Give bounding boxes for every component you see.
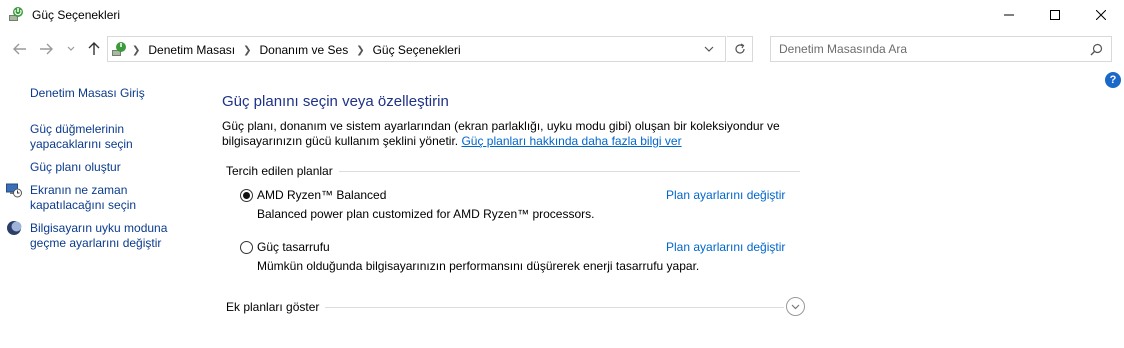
minimize-icon bbox=[1004, 14, 1014, 16]
sidebar-item-control-panel-home[interactable]: Denetim Masası Giriş bbox=[30, 86, 145, 101]
sidebar-item-label: Bilgisayarın uyku moduna bbox=[30, 221, 168, 235]
arrow-up-icon bbox=[88, 42, 100, 55]
sidebar-item-label: geçme ayarlarını değiştir bbox=[30, 236, 162, 250]
title-bar: Güç Seçenekleri bbox=[0, 0, 1124, 30]
monitor-clock-icon bbox=[6, 183, 22, 198]
search-box[interactable] bbox=[770, 36, 1112, 62]
forward-button[interactable] bbox=[36, 39, 56, 59]
chevron-right-icon[interactable]: ❯ bbox=[356, 45, 364, 56]
plan-description: Mümkün olduğunda bilgisayarınızın perfor… bbox=[257, 259, 700, 273]
plan-radio-power-saver[interactable] bbox=[240, 241, 253, 254]
search-input[interactable] bbox=[771, 37, 1081, 61]
chevron-right-icon[interactable]: ❯ bbox=[243, 45, 251, 56]
preferred-plans-label: Tercih edilen planlar bbox=[226, 164, 339, 178]
sidebar-item-sleep-settings[interactable]: Bilgisayarın uyku moduna geçme ayarların… bbox=[30, 221, 167, 251]
breadcrumb-item-control-panel[interactable]: Denetim Masası bbox=[148, 43, 235, 57]
search-button[interactable] bbox=[1087, 41, 1105, 57]
search-icon bbox=[1090, 43, 1102, 55]
additional-plans-label: Ek planları göster bbox=[226, 300, 326, 314]
back-button[interactable] bbox=[10, 39, 30, 59]
additional-plans-section[interactable]: Ek planları göster bbox=[226, 297, 806, 317]
expand-button[interactable] bbox=[786, 297, 805, 316]
plan-description: Balanced power plan customized for AMD R… bbox=[257, 207, 595, 221]
close-icon bbox=[1096, 10, 1106, 20]
chevron-down-icon bbox=[791, 304, 800, 309]
arrow-right-icon bbox=[40, 43, 53, 55]
chevron-down-icon bbox=[67, 46, 75, 51]
preferred-plans-header: Tercih edilen planlar bbox=[226, 164, 801, 178]
page-title: Güç planını seçin veya özelleştirin bbox=[222, 93, 449, 110]
plan-radio-amd-balanced[interactable] bbox=[240, 189, 253, 202]
recent-locations-button[interactable] bbox=[64, 39, 78, 59]
arrow-left-icon bbox=[13, 43, 26, 55]
plan-name[interactable]: Güç tasarrufu bbox=[257, 240, 330, 254]
breadcrumb-item-power-options[interactable]: Güç Seçenekleri bbox=[373, 43, 461, 57]
breadcrumb: ❯ Denetim Masası ❯ Donanım ve Ses ❯ Güç … bbox=[132, 43, 461, 57]
power-options-icon bbox=[9, 7, 23, 21]
sidebar-item-label: Güç düğmelerinin bbox=[30, 122, 125, 136]
breadcrumb-item-hardware-sound[interactable]: Donanım ve Ses bbox=[259, 43, 348, 57]
sidebar-item-label: kapatılacağını seçin bbox=[30, 198, 137, 212]
navigation-bar: ❯ Denetim Masası ❯ Donanım ve Ses ❯ Güç … bbox=[0, 34, 1124, 64]
up-button[interactable] bbox=[84, 39, 104, 59]
refresh-icon bbox=[734, 43, 745, 54]
sidebar-item-display-off[interactable]: Ekranın ne zaman kapatılacağını seçin bbox=[30, 183, 136, 213]
help-button[interactable]: ? bbox=[1105, 72, 1121, 88]
close-button[interactable] bbox=[1078, 0, 1124, 30]
address-history-button[interactable] bbox=[698, 40, 720, 58]
change-plan-settings-link[interactable]: Plan ayarlarını değiştir bbox=[666, 240, 785, 254]
chevron-down-icon bbox=[704, 46, 714, 52]
learn-more-link[interactable]: Güç planları hakkında daha fazla bilgi v… bbox=[461, 134, 681, 148]
moon-icon bbox=[7, 221, 22, 235]
sidebar-item-create-plan[interactable]: Güç planı oluştur bbox=[30, 160, 121, 175]
window-title: Güç Seçenekleri bbox=[32, 8, 121, 22]
change-plan-settings-link[interactable]: Plan ayarlarını değiştir bbox=[666, 188, 785, 202]
plan-name[interactable]: AMD Ryzen™ Balanced bbox=[257, 188, 386, 202]
sidebar-item-label: Ekranın ne zaman bbox=[30, 183, 128, 197]
address-bar[interactable]: ❯ Denetim Masası ❯ Donanım ve Ses ❯ Güç … bbox=[107, 36, 726, 62]
maximize-button[interactable] bbox=[1032, 0, 1078, 30]
sidebar-item-power-buttons[interactable]: Güç düğmelerinin yapacaklarını seçin bbox=[30, 122, 133, 152]
minimize-button[interactable] bbox=[986, 0, 1032, 30]
power-options-icon bbox=[112, 42, 126, 56]
refresh-button[interactable] bbox=[727, 36, 753, 62]
sidebar-item-label: yapacaklarını seçin bbox=[30, 137, 133, 151]
page-description: Güç planı, donanım ve sistem ayarlarında… bbox=[222, 119, 802, 149]
maximize-icon bbox=[1050, 10, 1060, 20]
sidebar-item-label: Güç planı oluştur bbox=[30, 160, 121, 174]
chevron-right-icon: ❯ bbox=[132, 44, 141, 56]
